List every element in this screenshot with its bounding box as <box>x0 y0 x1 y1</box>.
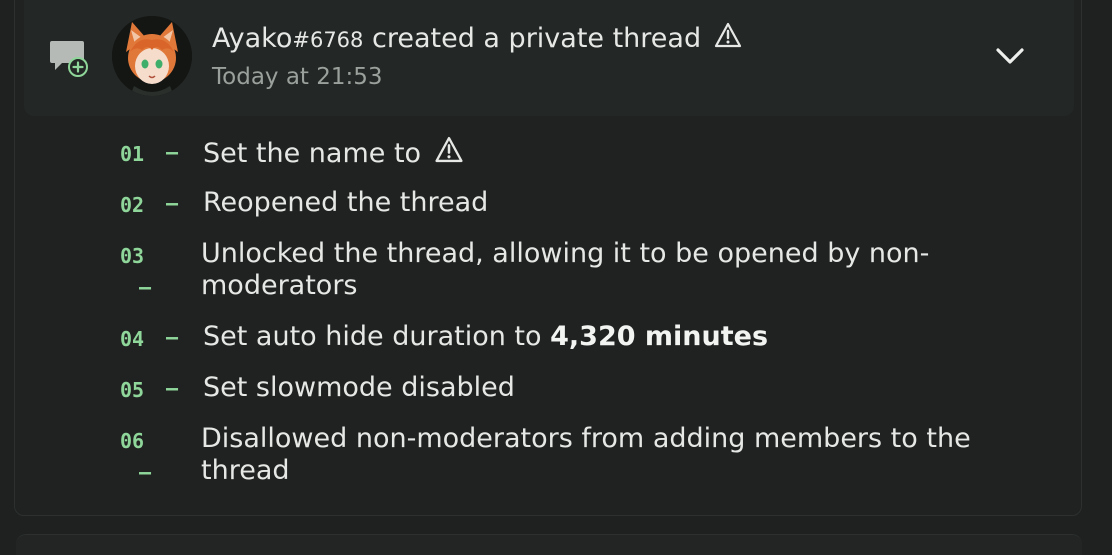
change-text-main: Set auto hide duration to <box>203 321 542 352</box>
change-number: 04 <box>120 327 145 351</box>
list-item: 01 – Set the name to <box>0 136 1112 170</box>
warning-icon <box>714 22 741 48</box>
user-discriminator: #6768 <box>292 28 364 52</box>
change-text-line2: thread <box>201 455 290 486</box>
change-text: Reopened the thread <box>203 187 489 218</box>
username[interactable]: Ayako <box>212 23 292 54</box>
change-value: 4,320 minutes <box>550 321 769 352</box>
list-item: 05 – Set slowmode disabled <box>0 372 1112 406</box>
change-text: Set the name to <box>203 136 464 170</box>
thread-created-icon <box>50 41 88 77</box>
change-number: 06 <box>120 429 145 453</box>
change-text: Set slowmode disabled <box>203 372 515 403</box>
change-number: 03 <box>120 244 145 268</box>
change-text-line1: Unlocked the thread, allowing it to be o… <box>201 238 930 269</box>
change-text-line2: moderators <box>201 270 358 301</box>
change-dash: – <box>166 140 179 164</box>
change-number: 02 <box>120 193 145 217</box>
change-dash: – <box>166 376 179 400</box>
list-item: 03 – Unlocked the thread, allowing it to… <box>0 238 1112 304</box>
chevron-down-icon[interactable] <box>994 44 1026 70</box>
change-dash: – <box>139 460 152 484</box>
change-text: Set auto hide duration to 4,320 minutes <box>203 321 768 353</box>
event-title: Ayako#6768 created a private thread <box>212 20 742 59</box>
event-timestamp: Today at 21:53 <box>212 64 383 90</box>
list-item: 06 – Disallowed non-moderators from addi… <box>0 423 1112 489</box>
avatar[interactable] <box>112 16 192 96</box>
change-dash: – <box>139 275 152 299</box>
warning-icon <box>435 136 463 163</box>
avatar-image <box>112 16 192 96</box>
next-entry-edge <box>16 534 1082 555</box>
change-number: 01 <box>120 142 145 166</box>
change-dash: – <box>166 325 179 349</box>
change-dash: – <box>166 191 179 215</box>
change-number: 05 <box>120 378 145 402</box>
list-item: 04 – Set auto hide duration to 4,320 min… <box>0 321 1112 355</box>
change-text-main: Set the name to <box>203 138 422 169</box>
list-item: 02 – Reopened the thread <box>0 187 1112 221</box>
change-text-line1: Disallowed non-moderators from adding me… <box>201 423 971 454</box>
event-action: created a private thread <box>372 23 702 54</box>
